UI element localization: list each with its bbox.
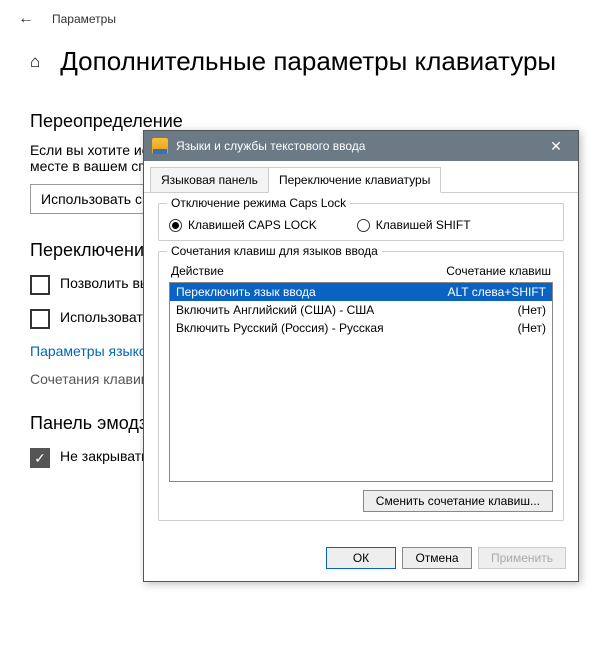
- app-title: Параметры: [52, 12, 116, 26]
- tab-language-panel[interactable]: Языковая панель: [150, 167, 269, 192]
- radio-capslock-label: Клавишей CAPS LOCK: [188, 218, 317, 232]
- page-title: Дополнительные параметры клавиатуры: [60, 46, 556, 77]
- list-item[interactable]: Переключить язык ввода ALT слева+SHIFT: [170, 283, 552, 301]
- section-override-heading: Переопределение: [30, 111, 563, 132]
- radio-capslock[interactable]: Клавишей CAPS LOCK: [169, 218, 317, 232]
- dialog-title: Языки и службы текстового ввода: [176, 139, 534, 153]
- checkbox-emoji-keep-open[interactable]: [30, 448, 50, 468]
- cancel-label: Отмена: [415, 551, 458, 565]
- dialog-titlebar[interactable]: Языки и службы текстового ввода ✕: [144, 131, 578, 161]
- checkbox-use-desktop-bar[interactable]: [30, 309, 50, 329]
- list-action: Включить Английский (США) - США: [176, 303, 374, 317]
- col-action-header: Действие: [171, 264, 224, 278]
- radio-dot-icon: [357, 219, 370, 232]
- capslock-groupbox: Отключение режима Caps Lock Клавишей CAP…: [158, 203, 564, 241]
- tab-switch-keyboard[interactable]: Переключение клавиатуры: [268, 167, 441, 193]
- radio-dot-icon: [169, 219, 182, 232]
- cancel-button[interactable]: Отмена: [402, 547, 472, 569]
- col-hotkey-header: Сочетание клавиш: [446, 264, 551, 278]
- radio-shift[interactable]: Клавишей SHIFT: [357, 218, 471, 232]
- apply-button[interactable]: Применить: [478, 547, 566, 569]
- list-item[interactable]: Включить Русский (Россия) - Русская (Нет…: [170, 319, 552, 337]
- tab-switch-keyboard-label: Переключение клавиатуры: [279, 173, 430, 187]
- list-item[interactable]: Включить Английский (США) - США (Нет): [170, 301, 552, 319]
- close-icon[interactable]: ✕: [534, 131, 578, 161]
- list-hotkey: (Нет): [518, 303, 546, 317]
- apply-label: Применить: [491, 551, 553, 565]
- ok-button[interactable]: ОК: [326, 547, 396, 569]
- radio-shift-label: Клавишей SHIFT: [376, 218, 471, 232]
- capslock-legend: Отключение режима Caps Lock: [167, 196, 350, 210]
- checkbox-allow-per-app[interactable]: [30, 275, 50, 295]
- text-services-dialog: Языки и службы текстового ввода ✕ Языков…: [143, 130, 579, 582]
- hotkeys-legend: Сочетания клавиш для языков ввода: [167, 244, 382, 258]
- list-action: Переключить язык ввода: [176, 285, 316, 299]
- home-icon[interactable]: ⌂: [30, 52, 40, 72]
- dialog-icon: [152, 138, 168, 154]
- list-action: Включить Русский (Россия) - Русская: [176, 321, 384, 335]
- ok-label: ОК: [353, 551, 369, 565]
- change-hotkey-label: Сменить сочетание клавиш...: [376, 494, 540, 508]
- hotkeys-groupbox: Сочетания клавиш для языков ввода Действ…: [158, 251, 564, 521]
- tab-language-panel-label: Языковая панель: [161, 173, 258, 187]
- list-hotkey: ALT слева+SHIFT: [448, 285, 547, 299]
- change-hotkey-button[interactable]: Сменить сочетание клавиш...: [363, 490, 553, 512]
- back-icon[interactable]: ←: [18, 10, 34, 28]
- list-hotkey: (Нет): [518, 321, 546, 335]
- hotkeys-listbox[interactable]: Переключить язык ввода ALT слева+SHIFT В…: [169, 282, 553, 482]
